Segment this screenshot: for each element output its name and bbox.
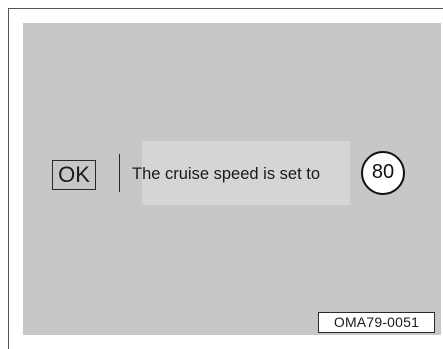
cruise-speed-message: The cruise speed is set to — [132, 165, 321, 183]
top-border-line — [8, 8, 443, 9]
ok-indicator: OK — [52, 160, 96, 190]
speed-value-circle: 80 — [361, 151, 405, 195]
divider-line — [119, 154, 120, 192]
left-border-line — [8, 8, 9, 349]
figure-page: OK The cruise speed is set to 80 OMA79-0… — [0, 0, 443, 349]
figure-code-label: OMA79-0051 — [318, 312, 435, 333]
